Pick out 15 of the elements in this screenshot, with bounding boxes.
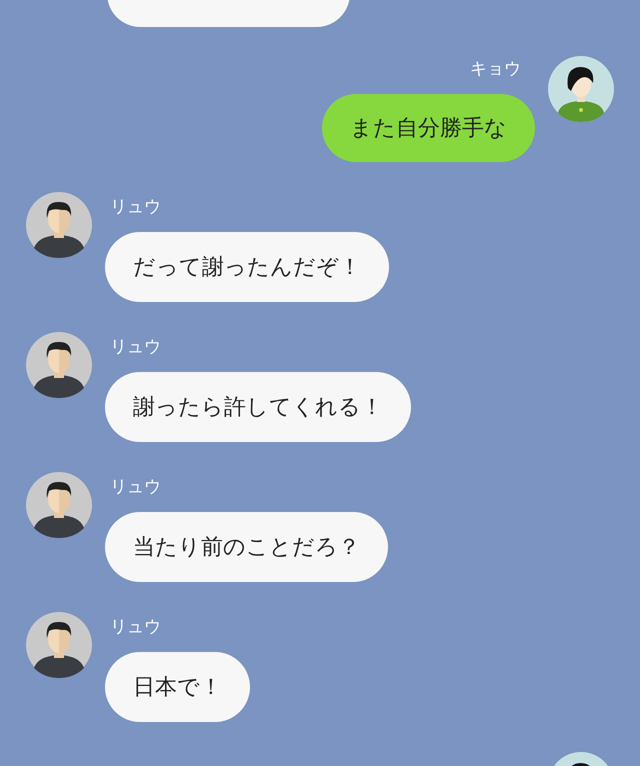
- avatar: [548, 56, 614, 122]
- message-bubble: 日本で！: [105, 652, 250, 722]
- avatar: [26, 472, 92, 538]
- message-bubble: だって謝ったんだぞ！: [105, 232, 389, 302]
- sender-name: リュウ: [110, 616, 161, 639]
- message-bubble: 当たり前のことだろ？: [105, 512, 388, 582]
- sender-name: リュウ: [110, 196, 161, 219]
- message-bubble: また自分勝手な: [322, 94, 535, 162]
- avatar: [26, 192, 92, 258]
- sender-name: キョウ: [470, 58, 521, 81]
- avatar: [26, 332, 92, 398]
- message-bubble: 謝ったら許してくれる！: [105, 372, 411, 442]
- avatar: [26, 612, 92, 678]
- sender-name: リュウ: [110, 476, 161, 499]
- sender-name: リュウ: [110, 336, 161, 359]
